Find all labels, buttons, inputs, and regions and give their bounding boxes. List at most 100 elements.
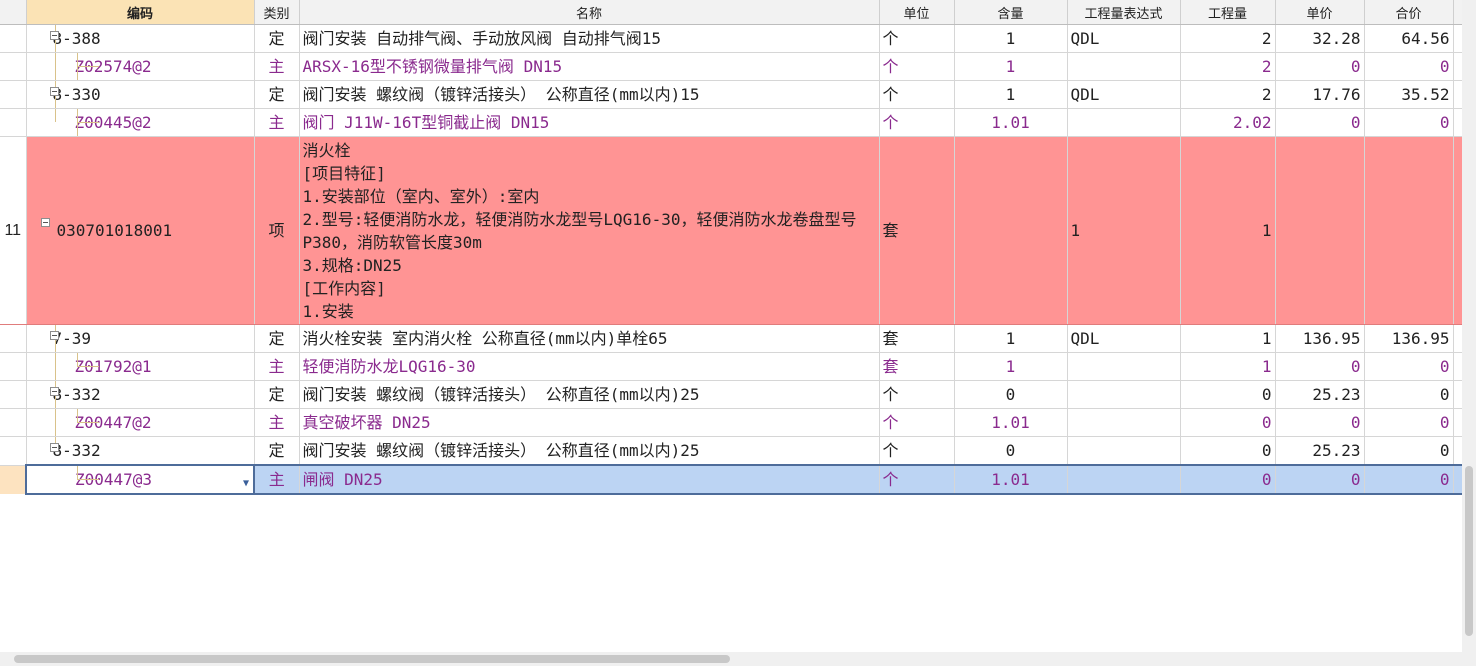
qty-cell[interactable]: 2 [1180, 52, 1276, 81]
row-index[interactable] [0, 408, 27, 437]
type-cell[interactable]: 定 [254, 24, 300, 53]
type-cell[interactable]: 主 [254, 108, 300, 137]
qty-cell[interactable]: 0 [1180, 436, 1276, 466]
table-row-selected[interactable]: Z00447@3 ▼ 主 闸阀 DN25 个 1.01 0 0 0 [0, 464, 1462, 495]
expr-cell[interactable] [1067, 380, 1181, 409]
total-cell[interactable]: 0 [1364, 380, 1454, 409]
expr-cell[interactable] [1067, 52, 1181, 81]
header-corner[interactable] [0, 0, 27, 25]
collapse-toggle-icon[interactable] [49, 443, 59, 452]
name-cell[interactable]: 闸阀 DN25 [299, 464, 880, 495]
content-cell[interactable]: 1 [954, 352, 1068, 381]
code-cell[interactable]: 8-332 [26, 380, 255, 409]
row-index[interactable] [0, 324, 27, 353]
row-index[interactable]: 11 [0, 136, 27, 325]
name-cell[interactable]: 轻便消防水龙LQG16-30 [299, 352, 880, 381]
price-cell[interactable]: 0 [1275, 108, 1365, 137]
expr-cell[interactable] [1067, 408, 1181, 437]
content-cell[interactable]: 1 [954, 24, 1068, 53]
unit-cell[interactable]: 个 [879, 24, 955, 53]
total-cell[interactable]: 64.56 [1364, 24, 1454, 53]
name-cell[interactable]: ARSX-16型不锈钢微量排气阀 DN15 [299, 52, 880, 81]
unit-cell[interactable]: 个 [879, 408, 955, 437]
content-cell[interactable]: 1 [954, 52, 1068, 81]
code-cell[interactable]: 8-388 [26, 24, 255, 53]
total-cell[interactable]: 0 [1364, 352, 1454, 381]
collapse-toggle-icon[interactable] [49, 331, 59, 340]
collapse-toggle-icon[interactable] [49, 87, 59, 96]
unit-cell[interactable]: 套 [879, 136, 955, 325]
table-row[interactable]: 11 030701018001 项 消火栓 [项目特征] 1.安装部位（室内、室… [0, 136, 1462, 325]
header-unit[interactable]: 单位 [879, 0, 955, 25]
row-index[interactable] [0, 380, 27, 409]
type-cell[interactable]: 主 [254, 352, 300, 381]
table-row[interactable]: 8-332 定 阀门安装 螺纹阀（镀锌活接头） 公称直径(mm以内)25 个 0… [0, 436, 1462, 466]
expr-cell[interactable] [1067, 436, 1181, 466]
name-cell[interactable]: 真空破坏器 DN25 [299, 408, 880, 437]
code-cell[interactable]: 8-330 [26, 80, 255, 109]
unit-cell[interactable]: 个 [879, 464, 955, 495]
code-cell[interactable]: Z00445@2 [26, 108, 255, 137]
price-cell[interactable]: 25.23 [1275, 436, 1365, 466]
name-cell[interactable]: 阀门安装 螺纹阀（镀锌活接头） 公称直径(mm以内)15 [299, 80, 880, 109]
name-cell[interactable]: 消火栓安装 室内消火栓 公称直径(mm以内)单栓65 [299, 324, 880, 353]
content-cell[interactable]: 1.01 [954, 108, 1068, 137]
header-content[interactable]: 含量 [954, 0, 1068, 25]
header-total[interactable]: 合价 [1364, 0, 1454, 25]
code-cell[interactable]: 8-332 [26, 436, 255, 466]
row-index[interactable] [0, 52, 27, 81]
total-cell[interactable]: 136.95 [1364, 324, 1454, 353]
qty-cell[interactable]: 2 [1180, 24, 1276, 53]
horizontal-scrollbar[interactable] [0, 652, 1462, 666]
type-cell[interactable]: 定 [254, 324, 300, 353]
expr-cell[interactable] [1067, 464, 1181, 495]
name-cell[interactable]: 阀门安装 螺纹阀（镀锌活接头） 公称直径(mm以内)25 [299, 436, 880, 466]
total-cell[interactable]: 0 [1364, 464, 1454, 495]
table-row[interactable]: 8-330 定 阀门安装 螺纹阀（镀锌活接头） 公称直径(mm以内)15 个 1… [0, 80, 1462, 109]
header-qty[interactable]: 工程量 [1180, 0, 1276, 25]
qty-cell[interactable]: 2 [1180, 80, 1276, 109]
code-cell[interactable]: Z02574@2 [26, 52, 255, 81]
type-cell[interactable]: 定 [254, 436, 300, 466]
name-cell[interactable]: 阀门安装 螺纹阀（镀锌活接头） 公称直径(mm以内)25 [299, 380, 880, 409]
expr-cell[interactable]: QDL [1067, 324, 1181, 353]
content-cell[interactable]: 0 [954, 380, 1068, 409]
table-row[interactable]: Z00445@2 主 阀门 J11W-16T型铜截止阀 DN15 个 1.01 … [0, 108, 1462, 137]
table-row[interactable]: 8-332 定 阀门安装 螺纹阀（镀锌活接头） 公称直径(mm以内)25 个 0… [0, 380, 1462, 409]
header-price[interactable]: 单价 [1275, 0, 1365, 25]
row-index[interactable] [0, 465, 27, 494]
total-cell[interactable]: 0 [1364, 108, 1454, 137]
price-cell[interactable]: 0 [1275, 52, 1365, 81]
unit-cell[interactable]: 套 [879, 324, 955, 353]
type-cell[interactable]: 主 [254, 464, 300, 495]
row-index[interactable] [0, 108, 27, 137]
total-cell[interactable]: 0 [1364, 436, 1454, 466]
name-cell[interactable]: 消火栓 [项目特征] 1.安装部位（室内、室外）:室内 2.型号:轻便消防水龙，… [299, 136, 880, 325]
unit-cell[interactable]: 个 [879, 380, 955, 409]
table-row[interactable]: 8-388 定 阀门安装 自动排气阀、手动放风阀 自动排气阀15 个 1 QDL… [0, 24, 1462, 53]
header-code[interactable]: 编码 [26, 0, 255, 25]
total-cell[interactable]: 0 [1364, 408, 1454, 437]
price-cell[interactable]: 0 [1275, 408, 1365, 437]
content-cell[interactable] [954, 136, 1068, 325]
row-index[interactable] [0, 80, 27, 109]
type-cell[interactable]: 定 [254, 380, 300, 409]
collapse-toggle-icon[interactable] [49, 387, 59, 396]
total-cell[interactable] [1364, 136, 1454, 325]
type-cell[interactable]: 项 [254, 136, 300, 325]
expr-cell[interactable] [1067, 352, 1181, 381]
table-row[interactable]: 7-39 定 消火栓安装 室内消火栓 公称直径(mm以内)单栓65 套 1 QD… [0, 324, 1462, 353]
unit-cell[interactable]: 个 [879, 80, 955, 109]
name-cell[interactable]: 阀门 J11W-16T型铜截止阀 DN15 [299, 108, 880, 137]
qty-cell[interactable]: 1 [1180, 324, 1276, 353]
dropdown-arrow-icon[interactable]: ▼ [243, 474, 249, 492]
price-cell[interactable]: 32.28 [1275, 24, 1365, 53]
content-cell[interactable]: 1.01 [954, 464, 1068, 495]
qty-cell[interactable]: 0 [1180, 464, 1276, 495]
name-cell[interactable]: 阀门安装 自动排气阀、手动放风阀 自动排气阀15 [299, 24, 880, 53]
total-cell[interactable]: 0 [1364, 52, 1454, 81]
qty-cell[interactable]: 1 [1180, 136, 1276, 325]
collapse-toggle-icon[interactable] [49, 31, 59, 40]
price-cell[interactable] [1275, 136, 1365, 325]
unit-cell[interactable]: 套 [879, 352, 955, 381]
